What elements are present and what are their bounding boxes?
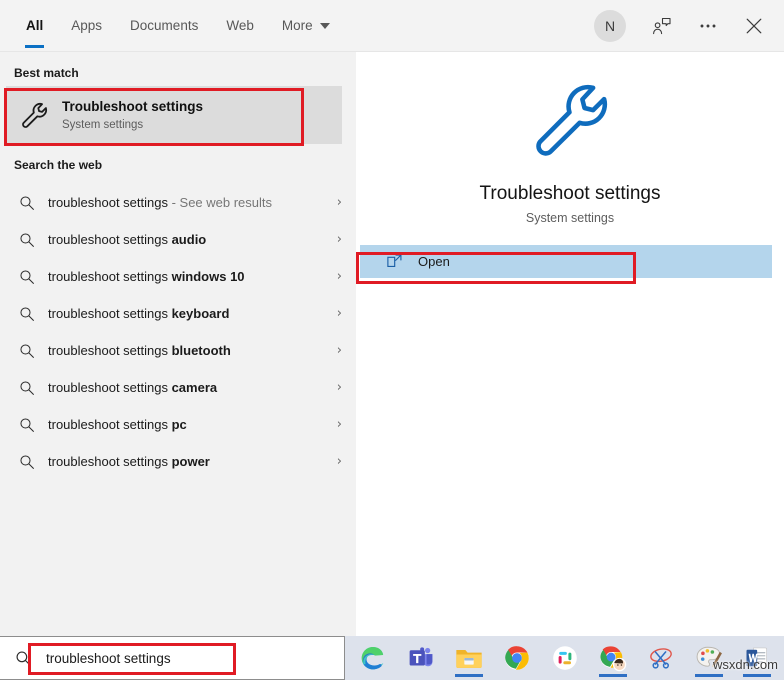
chevron-right-icon: › <box>336 306 342 321</box>
taskbar-item-google-chrome[interactable] <box>497 638 537 678</box>
ellipsis-icon <box>700 24 716 28</box>
microsoft-teams-icon <box>409 647 433 667</box>
chevron-right-icon: › <box>336 195 342 210</box>
web-result-label: troubleshoot settings - See web results <box>48 195 273 210</box>
slack-icon <box>553 646 577 670</box>
search-icon <box>16 340 38 362</box>
taskbar: wsxdn.com <box>345 636 784 680</box>
open-external-icon <box>384 252 404 272</box>
tab-all[interactable]: All <box>12 0 57 52</box>
best-match-title: Troubleshoot settings <box>62 98 204 114</box>
search-the-web-heading: Search the web <box>14 158 103 172</box>
avatar-initial: N <box>604 18 616 34</box>
chevron-right-icon: › <box>336 380 342 395</box>
web-result-label: troubleshoot settings bluetooth <box>48 343 231 358</box>
web-result-item[interactable]: troubleshoot settings power › <box>0 443 356 480</box>
web-result-item[interactable]: troubleshoot settings camera › <box>0 369 356 406</box>
chevron-right-icon: › <box>336 454 342 469</box>
search-icon <box>12 650 34 667</box>
tab-more-label: More <box>281 18 313 33</box>
tab-apps-label: Apps <box>71 18 103 33</box>
tab-all-label: All <box>26 18 44 33</box>
feedback-button[interactable] <box>640 4 684 48</box>
tab-web[interactable]: Web <box>212 0 268 52</box>
best-match-result[interactable]: Troubleshoot settings System settings <box>6 86 342 144</box>
taskbar-item-snipping-tool[interactable] <box>641 638 681 678</box>
search-tabs: All Apps Documents Web More <box>0 0 344 52</box>
search-icon <box>16 303 38 325</box>
web-result-label: troubleshoot settings windows 10 <box>48 269 245 284</box>
web-result-item[interactable]: troubleshoot settings keyboard › <box>0 295 356 332</box>
tab-apps[interactable]: Apps <box>57 0 116 52</box>
web-result-label: troubleshoot settings audio <box>48 232 207 247</box>
web-result-label: troubleshoot settings power <box>48 454 210 469</box>
preview-pane: Troubleshoot settings System settings Op… <box>356 52 784 636</box>
chevron-right-icon: › <box>336 343 342 358</box>
avatar[interactable]: N <box>594 10 626 42</box>
snipping-tool-icon <box>650 648 672 669</box>
results-pane: Best match Troubleshoot settings System … <box>0 52 356 636</box>
taskbar-item-microsoft-teams[interactable] <box>401 638 441 678</box>
taskbar-item-file-explorer[interactable] <box>449 638 489 678</box>
best-match-subtitle: System settings <box>62 118 144 131</box>
web-result-label: troubleshoot settings pc <box>48 417 187 432</box>
chevron-right-icon: › <box>336 269 342 284</box>
taskbar-item-microsoft-edge[interactable] <box>353 638 393 678</box>
close-button[interactable] <box>732 4 776 48</box>
chevron-right-icon: › <box>336 417 342 432</box>
watermark: wsxdn.com <box>712 657 778 672</box>
open-action-button[interactable]: Open <box>360 245 772 278</box>
search-body: Best match Troubleshoot settings System … <box>0 52 784 636</box>
tab-more[interactable]: More <box>268 0 344 52</box>
close-icon <box>746 18 762 34</box>
search-icon <box>16 192 38 214</box>
preview-title: Troubleshoot settings <box>479 183 661 204</box>
search-header: All Apps Documents Web More N <box>0 0 784 52</box>
search-icon <box>16 266 38 288</box>
chevron-right-icon: › <box>336 232 342 247</box>
tab-web-label: Web <box>226 18 254 33</box>
microsoft-edge-icon <box>361 646 384 670</box>
google-chrome-icon <box>505 646 529 670</box>
search-input[interactable] <box>46 650 296 666</box>
taskbar-item-slack[interactable] <box>545 638 585 678</box>
web-result-item[interactable]: troubleshoot settings - See web results › <box>0 184 356 221</box>
wrench-icon <box>527 76 613 167</box>
taskbar-search-box[interactable] <box>0 636 345 680</box>
open-action-label: Open <box>418 254 450 269</box>
web-result-label: troubleshoot settings keyboard <box>48 306 230 321</box>
web-result-label: troubleshoot settings camera <box>48 380 218 395</box>
best-match-heading: Best match <box>14 66 79 80</box>
web-result-item[interactable]: troubleshoot settings audio › <box>0 221 356 258</box>
chrome-profile-icon <box>600 646 627 672</box>
search-icon <box>16 229 38 251</box>
feedback-person-icon <box>653 17 671 35</box>
preview-subtitle: System settings <box>525 211 615 225</box>
search-icon <box>16 451 38 473</box>
search-icon <box>16 414 38 436</box>
web-result-item[interactable]: troubleshoot settings windows 10 › <box>0 258 356 295</box>
more-options-button[interactable] <box>686 4 730 48</box>
web-result-item[interactable]: troubleshoot settings bluetooth › <box>0 332 356 369</box>
chevron-down-icon <box>319 22 330 29</box>
best-match-text: Troubleshoot settings System settings <box>62 98 203 133</box>
tab-documents[interactable]: Documents <box>116 0 212 52</box>
taskbar-item-chrome-profile[interactable] <box>593 638 633 678</box>
header-actions: N <box>594 0 776 52</box>
file-explorer-icon <box>456 650 482 668</box>
search-icon <box>16 377 38 399</box>
tab-documents-label: Documents <box>130 18 199 33</box>
web-results-list: troubleshoot settings - See web results ›… <box>0 184 356 480</box>
windows-search-screen: All Apps Documents Web More N Best match… <box>0 0 784 680</box>
web-result-item[interactable]: troubleshoot settings pc › <box>0 406 356 443</box>
search-flyout: All Apps Documents Web More N Best match… <box>0 0 784 636</box>
wrench-icon <box>16 97 52 133</box>
preview-hero: Troubleshoot settings System settings <box>356 52 784 225</box>
